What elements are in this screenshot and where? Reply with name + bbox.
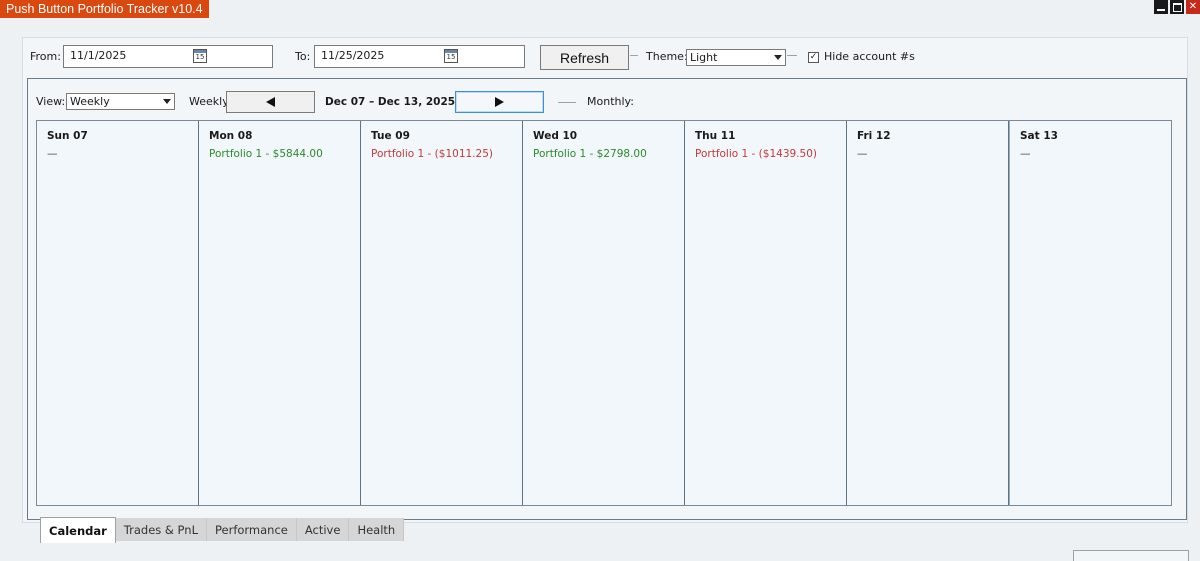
to-date-value: 11/25/2025 xyxy=(321,49,385,62)
day-entry[interactable]: Portfolio 1 - $5844.00 xyxy=(209,146,360,162)
view-select[interactable]: Weekly xyxy=(66,93,175,110)
chevron-down-icon xyxy=(163,99,171,104)
from-label: From: xyxy=(30,50,61,63)
calendar-icon[interactable]: 15 xyxy=(444,49,458,63)
next-week-button[interactable] xyxy=(455,91,544,113)
tab-bar: Calendar Trades & PnL Performance Active Hea… xyxy=(40,517,405,543)
chevron-down-icon xyxy=(774,55,782,60)
day-column[interactable]: Thu 11 Portfolio 1 - ($1439.50) xyxy=(685,121,847,505)
day-title: Tue 09 xyxy=(371,130,410,142)
minimize-icon xyxy=(1157,9,1165,11)
view-value: Weekly xyxy=(70,95,110,108)
day-title: Thu 11 xyxy=(695,130,736,142)
separator xyxy=(630,55,638,56)
window-controls: ✕ xyxy=(1154,0,1200,16)
day-entry[interactable]: — xyxy=(47,146,198,162)
hide-accounts-checkbox[interactable]: ✓ xyxy=(808,52,819,63)
tab-performance[interactable]: Performance xyxy=(206,518,297,541)
window-title: Push Button Portfolio Tracker v10.4 xyxy=(0,0,209,18)
day-column[interactable]: Wed 10 Portfolio 1 - $2798.00 xyxy=(523,121,685,505)
separator xyxy=(787,55,797,56)
day-title: Fri 12 xyxy=(857,130,891,142)
day-entry[interactable]: Portfolio 1 - ($1439.50) xyxy=(695,146,846,162)
monthly-label: Monthly: xyxy=(587,95,634,108)
maximize-button[interactable] xyxy=(1170,0,1184,14)
day-title: Sat 13 xyxy=(1020,130,1058,142)
week-range-label: Dec 07 – Dec 13, 2025 xyxy=(325,96,456,108)
minimize-button[interactable] xyxy=(1154,0,1168,14)
day-column[interactable]: Fri 12 — xyxy=(847,121,1009,505)
view-label: View: xyxy=(36,95,66,108)
theme-label: Theme: xyxy=(646,50,688,63)
arrow-left-icon xyxy=(266,97,275,107)
close-button[interactable]: ✕ xyxy=(1186,0,1200,14)
tab-trades-pnl[interactable]: Trades & PnL xyxy=(115,518,207,541)
tab-health[interactable]: Health xyxy=(349,518,405,541)
day-title: Wed 10 xyxy=(533,130,578,142)
close-icon: ✕ xyxy=(1188,1,1198,12)
day-entry[interactable]: Portfolio 1 - $2798.00 xyxy=(533,146,684,162)
title-bar: Push Button Portfolio Tracker v10.4 ✕ xyxy=(0,0,1200,18)
tab-calendar[interactable]: Calendar xyxy=(40,517,116,543)
theme-value: Light xyxy=(690,51,718,64)
day-column[interactable]: Sun 07 — xyxy=(37,121,199,505)
calendar-icon[interactable]: 15 xyxy=(193,49,207,63)
day-title: Sun 07 xyxy=(47,130,88,142)
day-title: Mon 08 xyxy=(209,130,253,142)
day-entry[interactable]: — xyxy=(1020,146,1171,162)
from-date-value: 11/1/2025 xyxy=(70,49,127,62)
previous-week-button[interactable] xyxy=(226,91,315,113)
tab-active[interactable]: Active xyxy=(296,518,350,541)
hide-accounts-label: Hide account #s xyxy=(824,50,915,63)
week-grid: Sun 07— Mon 08 Portfolio 1 - $5844.00 Tue 0… xyxy=(36,120,1172,506)
maximize-icon xyxy=(1172,2,1182,12)
day-column[interactable]: Sat 13 — xyxy=(1009,121,1171,505)
refresh-button[interactable]: Refresh xyxy=(540,45,629,70)
from-date-field[interactable]: 11/1/2025 15 xyxy=(63,45,273,68)
arrow-right-icon xyxy=(495,97,504,107)
day-column[interactable]: Mon 08 Portfolio 1 - $5844.00 xyxy=(199,121,361,505)
to-label: To: xyxy=(295,50,311,63)
day-entry[interactable]: — xyxy=(857,146,1008,162)
day-column[interactable]: Tue 09 Portfolio 1 - ($1011.25) xyxy=(361,121,523,505)
day-entry[interactable]: Portfolio 1 - ($1011.25) xyxy=(371,146,522,162)
to-date-field[interactable]: 11/25/2025 15 xyxy=(314,45,525,68)
separator xyxy=(558,102,576,103)
theme-select[interactable]: Light xyxy=(686,49,786,66)
